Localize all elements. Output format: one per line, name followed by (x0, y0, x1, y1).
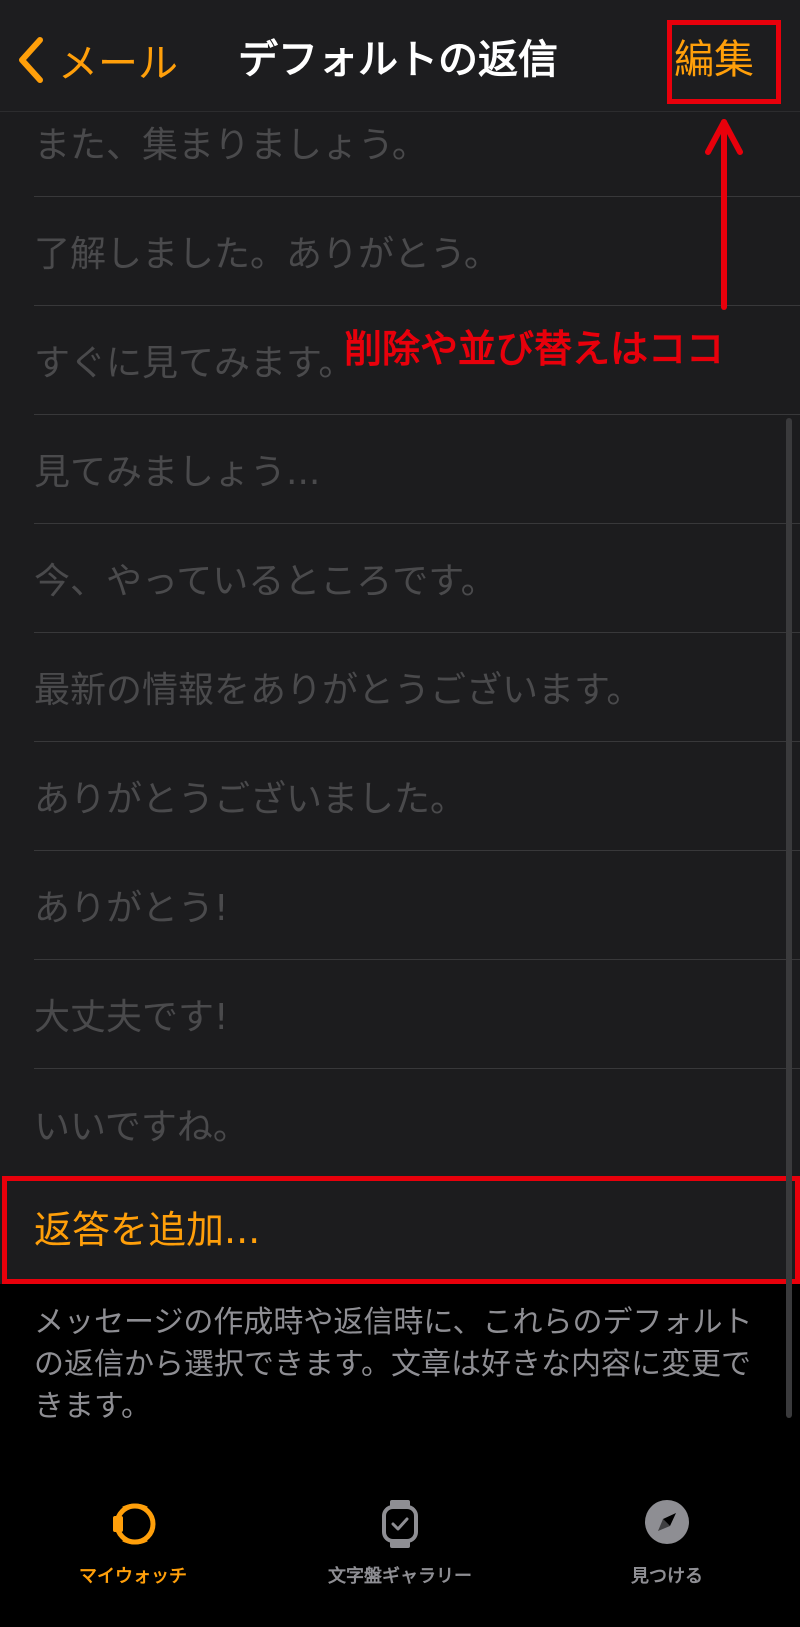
scrollbar[interactable] (786, 418, 792, 1418)
watch-face-icon (113, 1503, 156, 1545)
edit-button-highlight-box (667, 20, 781, 104)
reply-text: 今、やっているところです。 (34, 561, 497, 602)
reply-text: ありがとうございました。 (34, 779, 467, 820)
watch-icon (382, 1500, 418, 1548)
reply-text: 大丈夫です! (34, 997, 229, 1038)
list-item[interactable]: ありがとう! (34, 851, 800, 960)
reply-text: いいですね。 (34, 1107, 249, 1148)
tab-label: 見つける (631, 1566, 703, 1587)
tab-label: マイウォッチ (79, 1566, 187, 1587)
tab-discover[interactable]: 見つける (547, 1470, 787, 1627)
tab-face-gallery[interactable]: 文字盤ギャラリー (280, 1470, 520, 1627)
add-reply-highlight-box (2, 1176, 800, 1284)
reply-text: 最新の情報をありがとうございます。 (34, 670, 643, 711)
screen: メール デフォルトの返信 編集 また、集まりましょう。 了解しました。ありがとう… (0, 0, 800, 1627)
tab-my-watch[interactable]: マイウォッチ (13, 1470, 253, 1627)
list-item[interactable]: 最新の情報をありがとうございます。 (34, 633, 800, 742)
reply-text: 了解しました。ありがとう。 (34, 234, 500, 275)
default-replies-list: また、集まりましょう。 了解しました。ありがとう。 すぐに見てみます。 見てみま… (0, 112, 800, 1176)
list-item[interactable]: また、集まりましょう。 (34, 112, 800, 197)
tab-label: 文字盤ギャラリー (328, 1566, 472, 1587)
annotation-label: 削除や並び替えはココ (344, 327, 725, 371)
compass-icon (645, 1500, 689, 1544)
annotation-arrow-icon (705, 119, 743, 310)
list-item[interactable]: 今、やっているところです。 (34, 524, 800, 633)
list-item[interactable]: ありがとうございました。 (34, 742, 800, 851)
reply-text: すぐに見てみます。 (34, 343, 355, 384)
footer-description: メッセージの作成時や返信時に、これらのデフォルトの返信から選択できます。文章は好… (34, 1305, 753, 1424)
list-item[interactable]: 了解しました。ありがとう。 (34, 197, 800, 306)
reply-text: 見てみましょう... (34, 452, 321, 493)
list-item[interactable]: 見てみましょう... (34, 415, 800, 524)
list-item[interactable]: 大丈夫です! (34, 960, 800, 1069)
reply-text: また、集まりましょう。 (34, 125, 428, 166)
reply-text: ありがとう! (34, 888, 229, 929)
list-item[interactable]: いいですね。 (34, 1069, 800, 1176)
tab-bar: マイウォッチ 文字盤ギャラリー 見つける (0, 1470, 800, 1627)
